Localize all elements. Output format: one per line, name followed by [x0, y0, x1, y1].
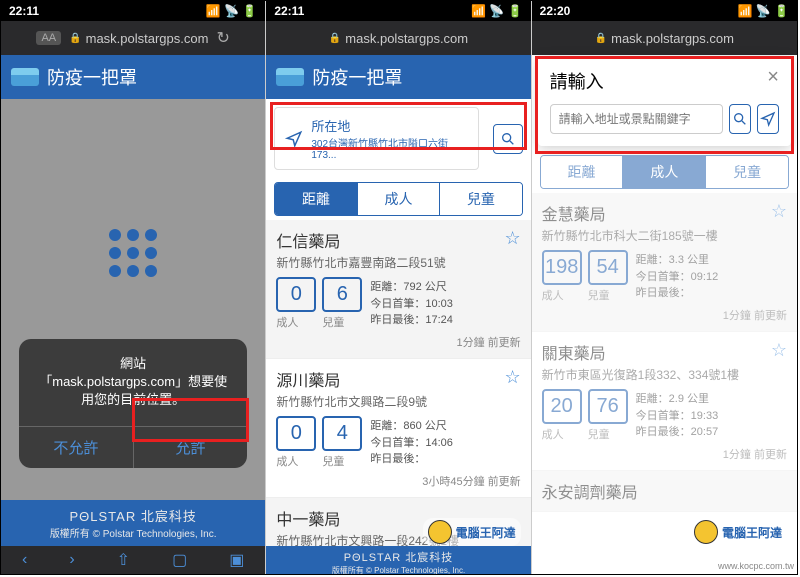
filter-tabs: 距離 成人 兒童 [274, 182, 522, 216]
watermark-url: www.kocpc.com.tw [718, 561, 794, 571]
safari-address-bar: 🔒mask.polstargps.com [266, 21, 530, 55]
lock-icon: 🔒 [595, 33, 607, 44]
app-header: 防疫一把罩 [266, 55, 530, 99]
status-icons: 📶 📡 🔋 [471, 4, 523, 18]
pharmacy-list: ☆ 仁信藥局 新竹縣竹北市嘉豐南路二段51號 0成人 6兒童 距離：792 公尺… [266, 220, 530, 558]
bookmarks-icon[interactable]: ▢ [172, 550, 187, 570]
status-icons: 📶 📡 🔋 [206, 4, 258, 18]
highlight-search-modal [535, 56, 794, 154]
loading-dots [109, 229, 157, 277]
back-icon[interactable]: ‹ [22, 551, 27, 569]
star-icon[interactable]: ☆ [505, 228, 521, 249]
star-icon[interactable]: ☆ [771, 201, 787, 222]
app-title: 防疫一把罩 [47, 64, 137, 90]
tab-child[interactable]: 兒童 [439, 183, 521, 215]
deny-button[interactable]: 不允許 [19, 427, 133, 468]
footer: PΘLSTAR 北宸科技 版權所有 © Polstar Technologies… [266, 546, 530, 574]
highlight-location [270, 102, 526, 150]
lock-icon: 🔒 [69, 33, 81, 44]
status-time: 22:11 [274, 4, 304, 18]
watermark-logo: 電腦王阿達 [689, 518, 787, 546]
star-icon[interactable]: ☆ [505, 367, 521, 388]
safari-address-bar: 🔒mask.polstargps.com [532, 21, 797, 55]
app-header: 防疫一把罩 [1, 55, 265, 99]
tab-distance[interactable]: 距離 [275, 183, 356, 215]
pharmacy-item[interactable]: ☆ 仁信藥局 新竹縣竹北市嘉豐南路二段51號 0成人 6兒童 距離：792 公尺… [266, 220, 530, 359]
pharmacy-item[interactable]: ☆ 源川藥局 新竹縣竹北市文興路二段9號 0成人 4兒童 距離：860 公尺今日… [266, 359, 530, 498]
content-area: 所在地 302台灣新竹縣竹北市隘口六街173... 距離 成人 兒童 ☆ 仁信藥… [266, 99, 530, 574]
star-icon[interactable]: ☆ [771, 340, 787, 361]
footer: PΘLSTAR 北宸科技 版權所有 © Polstar Technologies… [1, 500, 265, 546]
pharmacy-item[interactable]: 永安調劑藥局 [532, 471, 797, 512]
watermark-logo: 電腦王阿達 [423, 518, 521, 546]
status-bar: 22:20 📶 📡 🔋 [532, 1, 797, 21]
share-icon[interactable]: ⇧ [117, 550, 130, 570]
pharmacy-item[interactable]: ☆ 金慧藥局 新竹縣竹北市科大二街185號一樓 198成人 54兒童 距離：3.… [532, 193, 797, 332]
pharmacy-list: ☆ 金慧藥局 新竹縣竹北市科大二街185號一樓 198成人 54兒童 距離：3.… [532, 193, 797, 512]
phone-screenshot-2: 22:11 📶 📡 🔋 🔒mask.polstargps.com 防疫一把罩 所… [266, 1, 531, 574]
tab-adult[interactable]: 成人 [622, 156, 705, 188]
app-title: 防疫一把罩 [312, 64, 402, 90]
tab-child[interactable]: 兒童 [705, 156, 788, 188]
mask-logo-icon [276, 68, 304, 86]
safari-address-bar: AA 🔒mask.polstargps.com ↻ [1, 21, 265, 55]
lock-icon: 🔒 [329, 33, 341, 44]
highlight-allow [132, 398, 249, 442]
pharmacy-item[interactable]: ☆ 關東藥局 新竹市東區光復路1段332、334號1樓 20成人 76兒童 距離… [532, 332, 797, 471]
phone-screenshot-1: 22:11 📶 📡 🔋 AA 🔒mask.polstargps.com ↻ 防疫… [1, 1, 266, 574]
status-bar: 22:11 📶 📡 🔋 [266, 1, 530, 21]
tabs-icon[interactable]: ▣ [229, 550, 244, 570]
aa-button[interactable]: AA [36, 31, 61, 45]
status-time: 22:11 [9, 4, 39, 18]
forward-icon[interactable]: › [69, 551, 74, 569]
filter-tabs: 距離 成人 兒童 [540, 155, 789, 189]
reload-icon[interactable]: ↻ [216, 28, 229, 48]
mask-logo-icon [11, 68, 39, 86]
tab-distance[interactable]: 距離 [541, 156, 623, 188]
phone-screenshot-3: 22:20 📶 📡 🔋 🔒mask.polstargps.com 距離 成人 兒… [532, 1, 797, 574]
status-icons: 📶 📡 🔋 [737, 4, 789, 18]
safari-toolbar: ‹ › ⇧ ▢ ▣ [1, 546, 265, 574]
status-bar: 22:11 📶 📡 🔋 [1, 1, 265, 21]
tab-adult[interactable]: 成人 [357, 183, 439, 215]
url-display[interactable]: 🔒mask.polstargps.com [69, 31, 208, 46]
url-display[interactable]: 🔒mask.polstargps.com [595, 31, 734, 46]
url-display[interactable]: 🔒mask.polstargps.com [329, 31, 468, 46]
status-time: 22:20 [540, 4, 571, 18]
